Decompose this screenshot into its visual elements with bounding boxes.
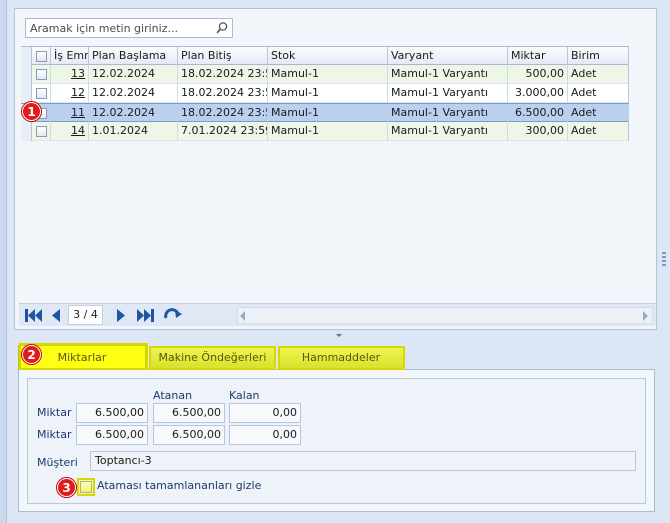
refresh-icon[interactable] [163,308,183,323]
table-row[interactable]: 12 12.02.2024 18.02.2024 23:59 Mamul-1 M… [21,84,629,103]
stock-cell: Mamul-1 [268,65,388,84]
plan-end-cell: 18.02.2024 23:59 [178,84,268,103]
row-select-cell [32,122,51,141]
remaining-column-label: Kalan [229,389,260,402]
row-checkbox[interactable] [36,69,47,80]
search-box [25,18,233,38]
stock-cell: Mamul-1 [268,104,388,123]
plan-start-cell: 12.02.2024 [89,84,178,103]
panel-splitter[interactable] [14,332,657,340]
first-page-icon[interactable] [24,308,44,323]
header-select-all-cell [32,47,51,66]
work-order-link[interactable]: 13 [71,67,85,80]
work-order-link[interactable]: 11 [71,106,85,119]
table-row[interactable]: 14 1.01.2024 7.01.2024 23:59: Mamul-1 Ma… [21,122,629,141]
variant-cell: Mamul-1 Varyantı [388,104,508,123]
unit-cell: Adet [568,104,629,123]
row-indicator [21,65,32,84]
highlight-raw-materials-tab [278,346,405,370]
remaining-quantity-1-field[interactable]: 0,00 [229,425,301,445]
horizontal-scrollbar[interactable] [237,307,653,324]
customer-label: Müşteri [37,456,78,469]
scroll-right-arrow-icon[interactable] [643,311,648,321]
panel-resize-grip[interactable] [662,252,666,268]
prev-page-icon[interactable] [50,308,62,323]
plan-end-cell: 7.01.2024 23:59: [178,122,268,141]
stock-cell: Mamul-1 [268,122,388,141]
highlight-hide-checkbox [77,478,95,496]
work-order-number[interactable]: 11 [51,104,89,123]
quantity-cell: 6.500,00 [508,104,568,123]
row-indicator [21,84,32,103]
remaining-quantity-field[interactable]: 0,00 [229,403,301,423]
work-order-number[interactable]: 13 [51,65,89,84]
table-row[interactable]: 13 12.02.2024 18.02.2024 23:59 Mamul-1 M… [21,65,629,84]
grid-header-row: İş Emri Plan Başlama Plan Bitiş Stok Var… [21,46,629,66]
quantity-1-field[interactable]: 6.500,00 [76,425,148,445]
annotation-marker-2: 2 [22,345,41,364]
work-order-number[interactable]: 14 [51,122,89,141]
assigned-quantity-1-field[interactable]: 6.500,00 [153,425,225,445]
row-checkbox[interactable] [36,126,47,137]
select-all-checkbox[interactable] [36,51,47,62]
row-select-cell [32,84,51,103]
work-order-link[interactable]: 12 [71,86,85,99]
annotation-marker-1: 1 [22,102,41,121]
column-header-variant[interactable]: Varyant [388,47,508,66]
table-row-selected[interactable]: 11 12.02.2024 18.02.2024 23:59 Mamul-1 M… [21,103,629,123]
quantity-cell: 500,00 [508,65,568,84]
column-header-stock[interactable]: Stok [268,47,388,66]
plan-end-cell: 18.02.2024 23:59 [178,65,268,84]
last-page-icon[interactable] [135,308,155,323]
next-page-icon[interactable] [115,308,127,323]
stock-cell: Mamul-1 [268,84,388,103]
hide-completed-label[interactable]: Ataması tamamlananları gizle [97,479,261,492]
quantity-row-label: Miktar [37,406,72,419]
assigned-column-label: Atanan [153,389,193,402]
plan-start-cell: 12.02.2024 [89,65,178,84]
unit-cell: Adet [568,65,629,84]
variant-cell: Mamul-1 Varyantı [388,84,508,103]
search-input[interactable] [26,19,212,37]
highlight-machine-defaults-tab [149,346,276,370]
work-order-number[interactable]: 12 [51,84,89,103]
row-checkbox[interactable] [36,88,47,99]
collapse-arrow-icon[interactable] [336,334,342,337]
customer-field[interactable]: Toptancı-3 [90,451,636,471]
scroll-left-arrow-icon[interactable] [240,311,245,321]
unit-cell: Adet [568,122,629,141]
work-order-panel: İş Emri Plan Başlama Plan Bitiş Stok Var… [14,8,657,330]
column-header-unit[interactable]: Birim [568,47,629,66]
variant-cell: Mamul-1 Varyantı [388,122,508,141]
unit-cell: Adet [568,84,629,103]
column-header-plan-end[interactable]: Plan Bitiş [178,47,268,66]
plan-start-cell: 12.02.2024 [89,104,178,123]
column-header-work-order[interactable]: İş Emri [51,47,89,66]
header-indicator-cell [21,47,32,66]
left-edge-strip [0,0,7,523]
search-icon[interactable] [215,21,229,35]
plan-start-cell: 1.01.2024 [89,122,178,141]
variant-cell: Mamul-1 Varyantı [388,65,508,84]
quantity-cell: 3.000,00 [508,84,568,103]
row-select-cell [32,65,51,84]
quantity-field[interactable]: 6.500,00 [76,403,148,423]
column-header-quantity[interactable]: Miktar [508,47,568,66]
row-indicator [21,122,32,141]
quantity-cell: 300,00 [508,122,568,141]
plan-end-cell: 18.02.2024 23:59 [178,104,268,123]
page-indicator: 3 / 4 [68,305,103,325]
data-navigator: 3 / 4 [19,303,656,326]
work-order-link[interactable]: 14 [71,124,85,137]
assigned-quantity-field[interactable]: 6.500,00 [153,403,225,423]
column-header-plan-start[interactable]: Plan Başlama [89,47,178,66]
annotation-marker-3: 3 [57,478,76,497]
